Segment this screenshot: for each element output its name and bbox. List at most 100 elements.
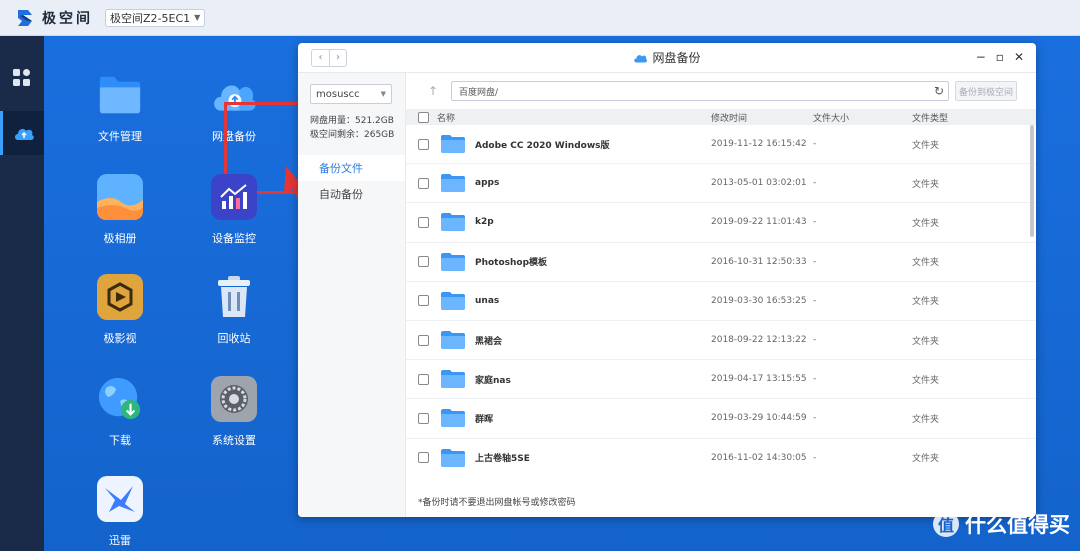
cloud-upload-icon xyxy=(634,54,647,62)
folder-icon xyxy=(441,135,465,154)
app-label: 极影视 xyxy=(103,332,137,345)
file-time: 2018-09-22 12:13:22 xyxy=(711,335,807,346)
rail-cloud-backup[interactable] xyxy=(0,111,44,155)
col-name-header[interactable]: 名称 xyxy=(437,111,455,124)
up-arrow-icon[interactable]: ↑ xyxy=(428,84,442,98)
table-row[interactable]: 黑裙会 2018-09-22 12:13:22- 文件夹 xyxy=(406,321,1036,361)
window-title: 网盘备份 xyxy=(633,49,701,66)
row-checkbox[interactable] xyxy=(418,373,429,385)
row-checkbox[interactable] xyxy=(418,256,429,268)
window-controls: − ▫ ✕ xyxy=(976,50,1024,64)
file-size: - xyxy=(813,413,817,424)
col-size-header[interactable]: 文件大小 xyxy=(813,111,912,124)
file-list: Adobe CC 2020 Windows版 2019-11-12 16:15:4… xyxy=(406,125,1036,477)
footnote: *备份时请不要退出网盘帐号或修改密码 xyxy=(418,498,576,508)
nav-backup-files[interactable]: 备份文件 xyxy=(298,155,405,181)
app-label: 回收站 xyxy=(217,332,251,345)
app-system-settings[interactable]: 系统设置 xyxy=(184,376,284,448)
table-row[interactable]: apps 2013-05-01 03:02:01- 文件夹 xyxy=(406,164,1036,204)
rail-apps[interactable] xyxy=(0,56,44,100)
file-type: 文件夹 xyxy=(912,140,940,151)
watermark: 值 什么值得买 xyxy=(933,509,1070,539)
file-name[interactable]: unas xyxy=(475,296,499,306)
app-logo-icon xyxy=(18,9,32,26)
row-checkbox[interactable] xyxy=(418,216,429,228)
back-icon[interactable]: ‹ xyxy=(312,50,329,66)
file-size: - xyxy=(813,335,817,346)
app-device-monitor[interactable]: 设备监控 xyxy=(184,174,284,246)
app-video[interactable]: 极影视 xyxy=(70,274,170,346)
table-row[interactable]: unas 2019-03-30 16:53:25- 文件夹 xyxy=(406,282,1036,321)
folder-icon xyxy=(441,252,465,271)
file-name[interactable]: k2p xyxy=(475,217,494,227)
table-row[interactable]: 群晖 2019-03-29 10:44:59- 文件夹 xyxy=(406,399,1036,439)
row-checkbox[interactable] xyxy=(418,177,429,189)
trash-icon xyxy=(211,274,257,320)
file-type: 文件夹 xyxy=(912,414,940,425)
file-type: 文件夹 xyxy=(912,336,940,347)
folder-icon xyxy=(441,448,465,467)
file-name[interactable]: Adobe CC 2020 Windows版 xyxy=(475,138,610,151)
forward-icon[interactable]: › xyxy=(329,49,346,66)
table-row[interactable]: k2p 2019-09-22 11:01:43- 文件夹 xyxy=(406,203,1036,243)
left-rail xyxy=(0,36,44,551)
gear-icon xyxy=(211,376,257,422)
account-select[interactable]: mosuscc ▼ xyxy=(310,84,392,104)
file-name[interactable]: 上古卷轴5SE xyxy=(475,451,530,464)
window-sidebar: mosuscc ▼ 网盘用量：521.2GB 极空间剩余：265GB 备份文件 … xyxy=(298,73,406,517)
file-size: - xyxy=(813,217,817,228)
file-type: 文件夹 xyxy=(912,454,940,465)
table-row[interactable]: 上古卷轴5SE 2016-11-02 14:30:05- 文件夹 xyxy=(406,439,1036,477)
brand-name: 极空间 xyxy=(42,10,93,27)
row-checkbox[interactable] xyxy=(418,412,429,424)
row-checkbox[interactable] xyxy=(418,295,429,307)
app-file-manager[interactable]: 文件管理 xyxy=(70,72,170,144)
globe-download-icon xyxy=(97,376,143,422)
maximize-icon[interactable]: ▫ xyxy=(996,50,1004,64)
col-time-header[interactable]: 修改时间 xyxy=(711,111,813,124)
file-size: - xyxy=(813,256,817,267)
file-size: - xyxy=(813,139,817,150)
close-icon[interactable]: ✕ xyxy=(1014,50,1024,64)
file-time: 2019-04-17 13:15:55 xyxy=(711,374,807,385)
app-download[interactable]: 下载 xyxy=(70,376,170,448)
file-name[interactable]: 家庭nas xyxy=(475,373,511,386)
device-selector[interactable]: 极空间Z2-5EC1 ▼ xyxy=(105,8,206,27)
scrollbar[interactable] xyxy=(1030,125,1034,237)
file-name[interactable]: apps xyxy=(475,178,499,188)
watermark-text: 什么值得买 xyxy=(965,513,1070,537)
table-row[interactable]: Photoshop模板 2016-10-31 12:50:33- 文件夹 xyxy=(406,243,1036,282)
folder-icon xyxy=(441,213,465,232)
file-name[interactable]: Photoshop模板 xyxy=(475,255,547,268)
nav-auto-backup[interactable]: 自动备份 xyxy=(298,181,405,207)
account-name: mosuscc xyxy=(316,88,360,100)
path-input[interactable]: 百度网盘/ ↻ xyxy=(451,81,949,101)
file-name[interactable]: 群晖 xyxy=(475,412,493,425)
refresh-icon[interactable]: ↻ xyxy=(934,84,944,98)
usage-text: 网盘用量：521.2GB xyxy=(310,116,394,126)
col-type-header[interactable]: 文件类型 xyxy=(912,111,992,124)
row-checkbox[interactable] xyxy=(418,138,429,150)
minimize-icon[interactable]: − xyxy=(976,50,986,64)
folder-icon xyxy=(441,291,465,310)
watermark-logo: 值 xyxy=(933,511,959,537)
select-all-checkbox[interactable] xyxy=(418,111,429,123)
file-size: - xyxy=(813,178,817,189)
app-photos[interactable]: 极相册 xyxy=(70,174,170,246)
device-name: 极空间Z2-5EC1 xyxy=(110,11,191,25)
file-name[interactable]: 黑裙会 xyxy=(475,334,502,347)
file-time: 2016-11-02 14:30:05 xyxy=(711,452,807,463)
file-type: 文件夹 xyxy=(912,297,940,308)
file-time: 2013-05-01 03:02:01 xyxy=(711,178,807,189)
row-checkbox[interactable] xyxy=(418,334,429,346)
table-row[interactable]: Adobe CC 2020 Windows版 2019-11-12 16:15:4… xyxy=(406,125,1036,165)
window-title-text: 网盘备份 xyxy=(652,51,701,65)
file-size: - xyxy=(813,374,817,385)
table-header: 名称 修改时间 文件大小 文件类型 xyxy=(406,109,1036,125)
table-row[interactable]: 家庭nas 2019-04-17 13:15:55- 文件夹 xyxy=(406,360,1036,400)
backup-to-nas-button[interactable]: 备份到极空间 xyxy=(955,81,1017,101)
app-recycle-bin[interactable]: 回收站 xyxy=(184,274,284,346)
file-size: - xyxy=(813,452,817,463)
row-checkbox[interactable] xyxy=(418,452,429,464)
app-xunlei[interactable]: 迅雷 xyxy=(70,476,170,548)
